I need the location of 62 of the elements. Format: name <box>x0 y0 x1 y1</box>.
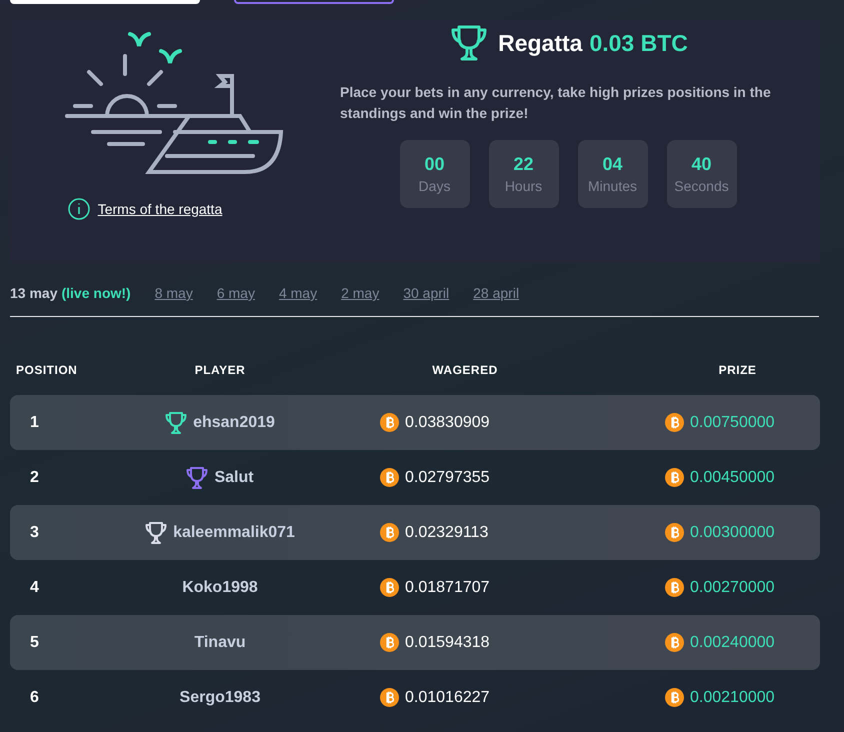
prize-amount: 0.00750000 <box>690 414 775 432</box>
bitcoin-icon <box>665 468 684 487</box>
countdown-value: 00 <box>424 154 445 175</box>
description: Place your bets in any currency, take high prizes positions in the standings and win the prize! <box>340 83 772 123</box>
wagered-amount: 0.02797355 <box>405 468 490 486</box>
column-header: POSITION <box>15 363 78 377</box>
player-name: Koko1998 <box>182 578 258 596</box>
trophy-icon <box>450 24 488 62</box>
terms-link[interactable]: Terms of the regatta <box>98 201 222 217</box>
bitcoin-icon <box>380 633 399 652</box>
prize-amount: 0.03 BTC <box>589 30 688 56</box>
player-name: Sergo1983 <box>180 688 260 706</box>
position-cell-text: 2 <box>29 468 40 486</box>
countdown-unit: Hours <box>504 178 542 194</box>
countdown-value: 22 <box>513 154 534 175</box>
date-tab[interactable]: 13 may <box>10 285 58 301</box>
bitcoin-icon <box>665 578 684 597</box>
countdown-unit: Seconds <box>674 178 729 194</box>
position-cell-text: 1 <box>29 414 40 432</box>
wagered-amount: 0.01871707 <box>405 578 490 596</box>
bitcoin-icon <box>665 523 684 542</box>
countdown-unit: Days <box>418 178 450 194</box>
prize-amount: 0.00210000 <box>690 688 775 706</box>
date-tab[interactable]: 28 april <box>473 285 520 301</box>
date-tab[interactable]: 4 may <box>278 285 318 301</box>
prize-amount: 0.00270000 <box>690 578 775 596</box>
column-header: PLAYER <box>194 363 246 377</box>
player-name: kaleemmalik071 <box>173 524 295 542</box>
player-name: Salut <box>214 468 254 486</box>
bitcoin-icon <box>665 688 684 707</box>
live-status-text: (live now!) <box>61 285 131 301</box>
date-tab[interactable]: 6 may <box>216 285 255 301</box>
prize-amount: 0.00300000 <box>690 524 775 542</box>
bitcoin-icon <box>665 413 684 432</box>
date-tab[interactable]: 2 may <box>341 285 380 301</box>
prize-amount: 0.00450000 <box>690 468 775 486</box>
date-tab[interactable]: 30 april <box>403 285 450 301</box>
position-cell-text: 3 <box>29 524 40 542</box>
bitcoin-icon <box>380 578 399 597</box>
wagered-amount: 0.01016227 <box>405 688 490 706</box>
info-icon <box>68 198 90 220</box>
regatta-title: Regatta <box>498 30 582 56</box>
date-tab[interactable]: 8 may <box>154 285 193 301</box>
bitcoin-icon <box>380 468 399 487</box>
countdown-value: 40 <box>691 154 712 175</box>
column-header: PRIZE <box>718 363 758 377</box>
position-cell-text: 5 <box>29 634 40 652</box>
wagered-amount: 0.01594318 <box>405 634 490 652</box>
wagered-amount: 0.03830909 <box>405 414 490 432</box>
prize-amount: 0.00240000 <box>690 634 775 652</box>
bitcoin-icon <box>380 688 399 707</box>
player-name: Tinavu <box>194 634 246 652</box>
wagered-amount: 0.02329113 <box>405 524 488 542</box>
player-name: ehsan2019 <box>193 414 275 432</box>
countdown-value: 04 <box>602 154 623 175</box>
bitcoin-icon <box>380 523 399 542</box>
position-cell-text: 4 <box>29 578 40 596</box>
column-header: WAGERED <box>431 363 499 377</box>
position-cell-text: 6 <box>29 688 40 706</box>
bitcoin-icon <box>380 413 399 432</box>
countdown-unit: Minutes <box>588 178 638 194</box>
bitcoin-icon <box>665 633 684 652</box>
